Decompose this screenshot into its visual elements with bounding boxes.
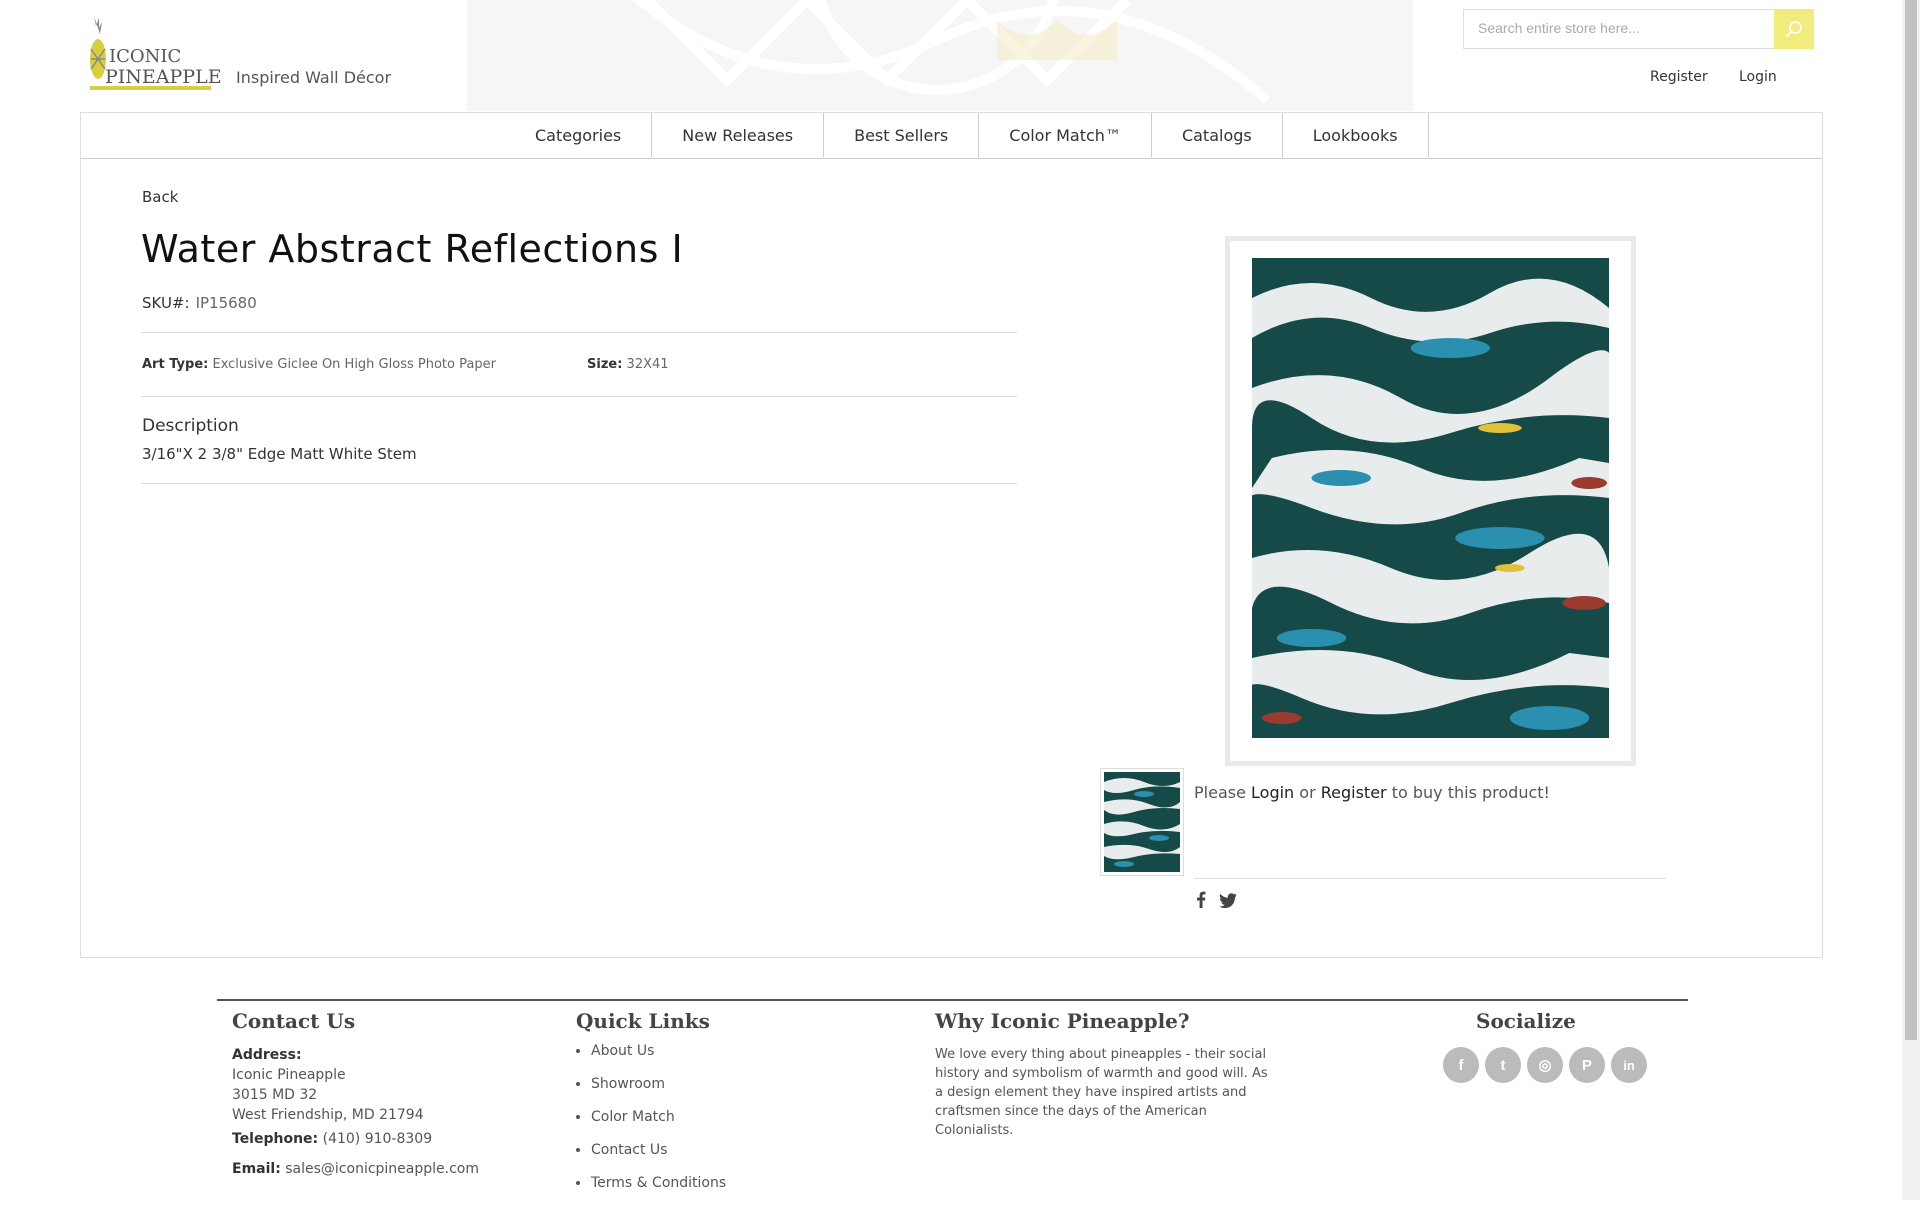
divider	[141, 332, 1017, 333]
search-button[interactable]	[1774, 9, 1814, 49]
address-label: Address:	[232, 1047, 302, 1063]
email-label: Email:	[232, 1161, 281, 1177]
footer-socialize: Socialize f t ◎ P in	[1443, 1009, 1647, 1083]
art-type: Art Type: Exclusive Giclee On High Gloss…	[142, 357, 496, 372]
buy-register-link[interactable]: Register	[1321, 783, 1387, 802]
product-panel: Categories New Releases Best Sellers Col…	[80, 112, 1823, 958]
email-link[interactable]: sales@iconicpineapple.com	[285, 1161, 479, 1177]
social-linkedin-icon[interactable]: in	[1611, 1047, 1647, 1083]
logo-text-iconic: ICONIC	[109, 46, 182, 67]
product-image[interactable]	[1225, 236, 1636, 766]
social-twitter-icon[interactable]: t	[1485, 1047, 1521, 1083]
share-facebook[interactable]	[1196, 891, 1206, 912]
footer-link-about-us[interactable]: About Us	[591, 1043, 726, 1076]
search-icon	[1785, 21, 1802, 38]
brand-tagline: Inspired Wall Décor	[236, 68, 392, 87]
artwork-image	[1252, 258, 1609, 738]
divider	[141, 396, 1017, 397]
search-input[interactable]	[1478, 20, 1748, 36]
address-line2: West Friendship, MD 21794	[232, 1107, 424, 1123]
telephone-value[interactable]: (410) 910-8309	[323, 1131, 433, 1147]
nav-categories[interactable]: Categories	[504, 113, 653, 157]
footer-contact: Contact Us Address: Iconic Pineapple 301…	[232, 1009, 479, 1179]
main-nav: Categories New Releases Best Sellers Col…	[81, 113, 1822, 159]
divider	[1194, 878, 1666, 879]
size-value: 32X41	[626, 357, 669, 372]
product-sku: SKU#: IP15680	[142, 294, 257, 312]
back-link[interactable]: Back	[142, 188, 178, 206]
buy-login-link[interactable]: Login	[1251, 783, 1294, 802]
site-header: ICONIC PINEAPPLE Inspired Wall Décor Reg…	[0, 0, 1902, 113]
nav-new-releases[interactable]: New Releases	[652, 113, 825, 157]
address-name: Iconic Pineapple	[232, 1067, 346, 1083]
share-twitter[interactable]	[1219, 893, 1237, 912]
footer-quick-links: Quick Links About Us Showroom Color Matc…	[576, 1009, 726, 1208]
page-scrollbar[interactable]	[1902, 0, 1920, 1200]
sku-label: SKU#:	[142, 294, 190, 312]
buy-prefix: Please	[1194, 783, 1246, 802]
footer-link-terms[interactable]: Terms & Conditions	[591, 1175, 726, 1208]
login-link[interactable]: Login	[1739, 69, 1777, 85]
nav-color-match[interactable]: Color Match™	[979, 113, 1152, 157]
product-title: Water Abstract Reflections I	[141, 227, 684, 271]
logo-underline	[90, 86, 211, 90]
social-facebook-icon[interactable]: f	[1443, 1047, 1479, 1083]
nav-best-sellers[interactable]: Best Sellers	[824, 113, 980, 157]
sku-value: IP15680	[195, 294, 257, 312]
description-heading: Description	[142, 416, 239, 436]
footer-why: Why Iconic Pineapple? We love every thin…	[935, 1009, 1275, 1140]
why-text: We love every thing about pineapples - t…	[935, 1047, 1268, 1138]
scrollbar-thumb[interactable]	[1905, 0, 1917, 1040]
size-label: Size:	[587, 357, 623, 372]
footer-link-showroom[interactable]: Showroom	[591, 1076, 726, 1109]
register-link[interactable]: Register	[1650, 69, 1708, 85]
footer-divider	[217, 999, 1688, 1001]
social-pinterest-icon[interactable]: P	[1569, 1047, 1605, 1083]
description-text: 3/16"X 2 3/8" Edge Matt White Stem	[142, 445, 417, 463]
twitter-icon	[1219, 893, 1237, 909]
divider	[141, 483, 1017, 484]
why-heading: Why Iconic Pineapple?	[935, 1009, 1190, 1033]
socialize-heading: Socialize	[1476, 1009, 1576, 1033]
footer-link-contact-us[interactable]: Contact Us	[591, 1142, 726, 1175]
buy-or: or	[1299, 783, 1316, 802]
thumbnail-image	[1104, 772, 1180, 872]
header-banner-pattern	[467, 0, 1413, 111]
quick-links-heading: Quick Links	[576, 1009, 710, 1033]
social-instagram-icon[interactable]: ◎	[1527, 1047, 1563, 1083]
nav-catalogs[interactable]: Catalogs	[1152, 113, 1283, 157]
logo-text-pineapple: PINEAPPLE	[105, 66, 222, 88]
telephone-label: Telephone:	[232, 1131, 319, 1147]
search-box	[1463, 9, 1814, 49]
art-type-value: Exclusive Giclee On High Gloss Photo Pap…	[212, 357, 496, 372]
size: Size: 32X41	[587, 357, 669, 372]
buy-prompt: Please Login or Register to buy this pro…	[1194, 783, 1550, 802]
art-type-label: Art Type:	[142, 357, 209, 372]
site-logo[interactable]: ICONIC PINEAPPLE	[88, 14, 222, 90]
contact-heading: Contact Us	[232, 1009, 356, 1033]
facebook-icon	[1197, 891, 1206, 908]
buy-suffix: to buy this product!	[1391, 783, 1550, 802]
product-thumbnail[interactable]	[1100, 768, 1184, 876]
address-line1: 3015 MD 32	[232, 1087, 318, 1103]
nav-lookbooks[interactable]: Lookbooks	[1283, 113, 1429, 157]
footer-link-color-match[interactable]: Color Match	[591, 1109, 726, 1142]
